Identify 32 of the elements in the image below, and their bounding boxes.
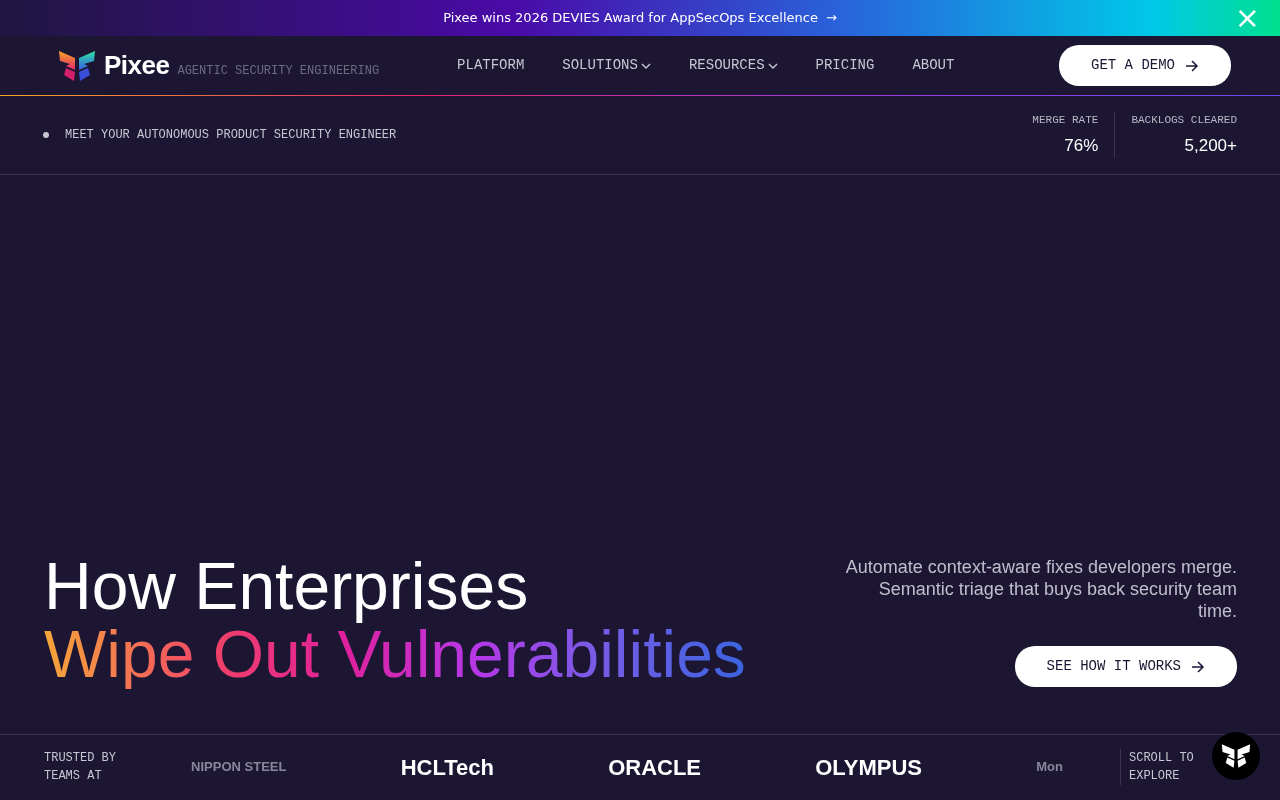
- arrow-icon: →: [825, 8, 837, 28]
- see-how-it-works-button[interactable]: SEE HOW IT WORKS: [1014, 646, 1237, 687]
- company-logo: Mon: [1036, 758, 1063, 777]
- stat-label: MERGE RATE: [1032, 113, 1099, 128]
- nav-link[interactable]: RESOURCES: [688, 55, 778, 76]
- nav-link[interactable]: SOLUTIONS: [562, 55, 651, 76]
- butterfly-logo-icon: [58, 49, 96, 82]
- butterfly-icon: [1221, 742, 1251, 770]
- stat-value: 5,200+: [1184, 134, 1237, 157]
- company-logo: HCLTech: [400, 753, 494, 782]
- scroll-hint: SCROLL TO EXPLORE: [1120, 749, 1200, 785]
- company-logo: NIPPON STEEL: [191, 758, 287, 777]
- company-logo: OLYMPUS: [815, 753, 922, 782]
- chat-button[interactable]: [1212, 732, 1260, 780]
- trusted-label: TRUSTED BY TEAMS AT: [44, 750, 117, 785]
- arrow-icon: [1185, 59, 1199, 72]
- company-logo: ORACLE: [608, 753, 701, 782]
- chevron-down-icon: [767, 62, 778, 69]
- arrow-icon: [1191, 660, 1205, 673]
- nav-link[interactable]: ABOUT: [912, 55, 955, 76]
- eyebrow-text: MEET YOUR AUTONOMOUS PRODUCT SECURITY ENGINEER: [65, 127, 397, 144]
- tagline: AGENTIC SECURITY ENGINEERING: [177, 62, 380, 80]
- brand-name[interactable]: Pixee: [104, 46, 170, 85]
- stat-label: BACKLOGS CLEARED: [1131, 113, 1237, 128]
- bullet-dot: [43, 132, 49, 138]
- stat-value: 76%: [1064, 134, 1099, 157]
- nav-link[interactable]: PLATFORM: [457, 55, 525, 76]
- chevron-down-icon: [640, 62, 651, 69]
- announcement-link[interactable]: Pixee wins 2026 DEVIES Award for AppSecOps Excellence →: [443, 8, 837, 28]
- hero-description: Automate context-aware fixes developers merge. Semantic triage that buys back security team time.: [844, 556, 1237, 622]
- nav-link[interactable]: PRICING: [815, 55, 875, 76]
- get-demo-button[interactable]: GET A DEMO: [1059, 45, 1231, 86]
